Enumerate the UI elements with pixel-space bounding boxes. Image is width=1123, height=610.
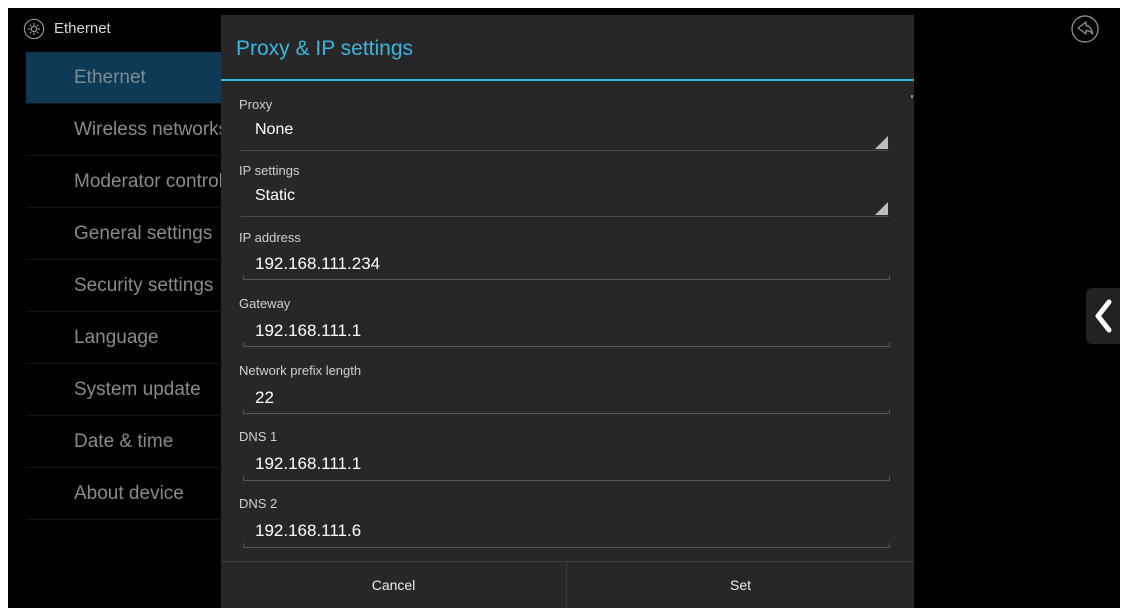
sidebar-item-system-update[interactable]: System update [26, 364, 226, 415]
chevron-left-icon [1095, 299, 1112, 333]
spinner-underline [241, 216, 889, 217]
set-button[interactable]: Set [567, 562, 914, 608]
sidebar-divider [26, 519, 226, 520]
gateway-underline [243, 342, 890, 347]
spinner-triangle-icon [875, 202, 888, 215]
dialog-title: Proxy & IP settings [236, 37, 414, 60]
proxy-label: Proxy [239, 97, 273, 112]
sidebar-item-language[interactable]: Language [26, 312, 226, 363]
prefix-length-label: Network prefix length [239, 363, 362, 378]
sidebar-item-general-settings[interactable]: General settings [26, 208, 226, 259]
app-title: Ethernet [54, 20, 111, 37]
sidebar-item-wireless-networks[interactable]: Wireless networks [26, 104, 226, 155]
dns2-field[interactable]: 192.168.111.6 [255, 521, 361, 541]
scrollbar[interactable] [911, 95, 913, 98]
collapse-panel-button[interactable] [1086, 288, 1120, 344]
back-arrow-icon[interactable] [1070, 14, 1100, 44]
dns1-underline [243, 476, 890, 481]
sidebar-item-security-settings[interactable]: Security settings [26, 260, 226, 311]
settings-sidebar: Ethernet Wireless networks Moderator con… [26, 52, 226, 520]
ip-settings-spinner[interactable]: Static [255, 187, 295, 205]
prefix-length-field[interactable]: 22 [255, 388, 274, 408]
ip-address-underline [243, 275, 890, 280]
sidebar-item-ethernet[interactable]: Ethernet [26, 52, 226, 103]
settings-screen: Ethernet Ethernet Wireless networks Mode… [8, 8, 1120, 608]
sidebar-item-moderator-control[interactable]: Moderator control [26, 156, 226, 207]
gateway-label: Gateway [239, 296, 291, 311]
dns2-underline [243, 543, 890, 548]
cancel-button[interactable]: Cancel [221, 562, 566, 608]
proxy-ip-dialog: Proxy & IP settings Proxy None IP settin… [221, 15, 914, 608]
sidebar-item-about-device[interactable]: About device [26, 468, 226, 519]
ip-settings-label: IP settings [239, 163, 300, 178]
prefix-length-underline [243, 409, 890, 414]
settings-form: Proxy None IP settings Static IP address… [221, 81, 914, 553]
dialog-button-bar: Cancel Set [221, 561, 914, 608]
spinner-triangle-icon [875, 136, 888, 149]
gateway-field[interactable]: 192.168.111.1 [255, 321, 361, 341]
dns1-label: DNS 1 [239, 429, 278, 444]
dns1-field[interactable]: 192.168.111.1 [255, 454, 361, 474]
gear-icon [23, 18, 45, 40]
proxy-spinner[interactable]: None [255, 121, 293, 139]
sidebar-item-date-time[interactable]: Date & time [26, 416, 226, 467]
dns2-label: DNS 2 [239, 496, 278, 511]
ip-address-label: IP address [239, 230, 301, 245]
spinner-underline [241, 150, 889, 151]
ip-address-field[interactable]: 192.168.111.234 [255, 254, 380, 274]
